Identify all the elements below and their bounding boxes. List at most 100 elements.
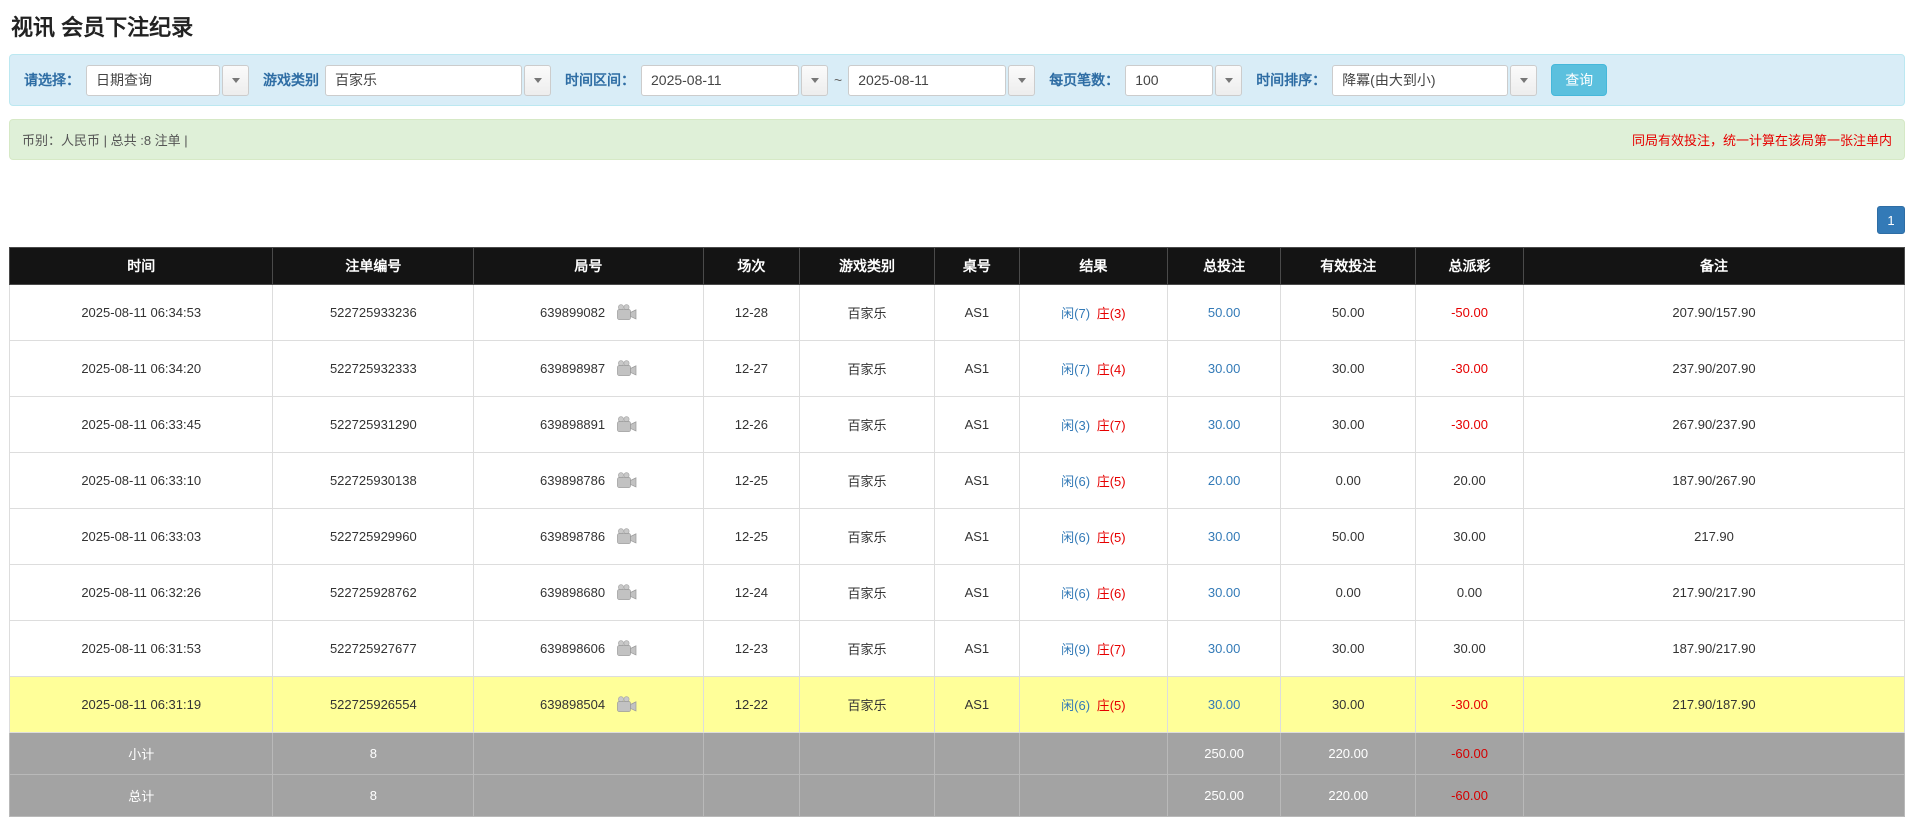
cell-note: 237.90/207.90 — [1524, 341, 1905, 397]
chevron-down-icon — [811, 78, 819, 83]
date-from-dropdown-button[interactable] — [801, 65, 828, 96]
cell-time: 2025-08-11 06:34:20 — [10, 341, 273, 397]
time-range-label: 时间区间： — [565, 70, 635, 90]
cell-valid-bet: 30.00 — [1281, 677, 1416, 733]
date-to-input[interactable] — [848, 65, 1006, 96]
cell-result: 闲(6) 庄(5) — [1019, 509, 1167, 565]
cell-bet-id: 522725929960 — [273, 509, 474, 565]
cell-game-type: 百家乐 — [800, 285, 935, 341]
cell-total-bet[interactable]: 30.00 — [1167, 565, 1281, 621]
total-total-bet: 250.00 — [1167, 775, 1281, 817]
search-button[interactable]: 查询 — [1551, 64, 1607, 96]
cell-payout: 20.00 — [1416, 453, 1524, 509]
time-sort-label: 时间排序： — [1256, 70, 1326, 90]
game-type-input[interactable] — [325, 65, 522, 96]
video-replay-icon[interactable] — [616, 304, 637, 321]
page-size-combo — [1125, 65, 1242, 96]
cell-result: 闲(9) 庄(7) — [1019, 621, 1167, 677]
total-payout: -60.00 — [1416, 775, 1524, 817]
query-type-combo — [86, 65, 249, 96]
cell-total-bet[interactable]: 20.00 — [1167, 453, 1281, 509]
cell-time: 2025-08-11 06:33:03 — [10, 509, 273, 565]
cell-bet-id: 522725926554 — [273, 677, 474, 733]
pagination-page-1-button[interactable]: 1 — [1877, 206, 1905, 234]
query-type-dropdown-button[interactable] — [222, 65, 249, 96]
date-to-dropdown-button[interactable] — [1008, 65, 1035, 96]
table-row: 2025-08-11 06:33:45 522725931290 6398988… — [10, 397, 1905, 453]
video-replay-icon[interactable] — [616, 416, 637, 433]
cell-note: 217.90 — [1524, 509, 1905, 565]
table-row: 2025-08-11 06:32:26 522725928762 6398986… — [10, 565, 1905, 621]
video-replay-icon[interactable] — [616, 360, 637, 377]
cell-table-no: AS1 — [934, 341, 1019, 397]
query-type-input[interactable] — [86, 65, 220, 96]
result-banker: 庄(6) — [1097, 586, 1126, 601]
round-id-text: 639898504 — [540, 697, 605, 712]
query-type-label: 请选择： — [24, 70, 80, 90]
cell-payout: -30.00 — [1416, 341, 1524, 397]
cell-time: 2025-08-11 06:31:53 — [10, 621, 273, 677]
result-banker: 庄(5) — [1097, 698, 1126, 713]
cell-time: 2025-08-11 06:32:26 — [10, 565, 273, 621]
chevron-down-icon — [1520, 78, 1528, 83]
cell-result: 闲(7) 庄(4) — [1019, 341, 1167, 397]
result-banker: 庄(7) — [1097, 418, 1126, 433]
cell-total-bet[interactable]: 30.00 — [1167, 341, 1281, 397]
cell-total-bet[interactable]: 30.00 — [1167, 677, 1281, 733]
cell-round-id: 639898680 — [474, 565, 703, 621]
cell-round-id: 639898786 — [474, 509, 703, 565]
cell-bet-id: 522725928762 — [273, 565, 474, 621]
subtotal-label: 小计 — [10, 733, 273, 775]
date-range-separator: ~ — [834, 72, 842, 88]
video-replay-icon[interactable] — [616, 696, 637, 713]
cell-time: 2025-08-11 06:33:10 — [10, 453, 273, 509]
round-id-text: 639898786 — [540, 529, 605, 544]
cell-valid-bet: 30.00 — [1281, 341, 1416, 397]
page-content: 视讯 会员下注纪录 请选择： 游戏类别 时间区间： ~ 每页笔数： 时间排序： — [0, 10, 1914, 817]
time-sort-combo — [1332, 65, 1537, 96]
cell-total-bet[interactable]: 50.00 — [1167, 285, 1281, 341]
cell-round-id: 639898786 — [474, 453, 703, 509]
cell-table-no: AS1 — [934, 397, 1019, 453]
cell-total-bet[interactable]: 30.00 — [1167, 509, 1281, 565]
column-header-game-type: 游戏类别 — [800, 248, 935, 285]
page-size-input[interactable] — [1125, 65, 1213, 96]
result-player: 闲(7) — [1061, 306, 1090, 321]
column-header-total-bet: 总投注 — [1167, 248, 1281, 285]
time-sort-dropdown-button[interactable] — [1510, 65, 1537, 96]
total-row: 总计 8 250.00 220.00 -60.00 — [10, 775, 1905, 817]
video-replay-icon[interactable] — [616, 640, 637, 657]
cell-round-id: 639899082 — [474, 285, 703, 341]
table-row: 2025-08-11 06:34:53 522725933236 6398990… — [10, 285, 1905, 341]
cell-result: 闲(6) 庄(6) — [1019, 565, 1167, 621]
cell-result: 闲(7) 庄(3) — [1019, 285, 1167, 341]
cell-bet-id: 522725931290 — [273, 397, 474, 453]
cell-round-id: 639898504 — [474, 677, 703, 733]
date-from-input[interactable] — [641, 65, 799, 96]
cell-table-no: AS1 — [934, 509, 1019, 565]
column-header-time: 时间 — [10, 248, 273, 285]
cell-total-bet[interactable]: 30.00 — [1167, 621, 1281, 677]
time-sort-input[interactable] — [1332, 65, 1508, 96]
cell-time: 2025-08-11 06:31:19 — [10, 677, 273, 733]
game-type-dropdown-button[interactable] — [524, 65, 551, 96]
result-player: 闲(6) — [1061, 586, 1090, 601]
cell-result: 闲(6) 庄(5) — [1019, 453, 1167, 509]
cell-session: 12-26 — [703, 397, 800, 453]
cell-total-bet[interactable]: 30.00 — [1167, 397, 1281, 453]
result-player: 闲(3) — [1061, 418, 1090, 433]
table-body: 2025-08-11 06:34:53 522725933236 6398990… — [10, 285, 1905, 733]
cell-result: 闲(6) 庄(5) — [1019, 677, 1167, 733]
result-player: 闲(9) — [1061, 642, 1090, 657]
cell-note: 267.90/237.90 — [1524, 397, 1905, 453]
video-replay-icon[interactable] — [616, 528, 637, 545]
cell-valid-bet: 30.00 — [1281, 621, 1416, 677]
column-header-payout: 总派彩 — [1416, 248, 1524, 285]
page-size-dropdown-button[interactable] — [1215, 65, 1242, 96]
video-replay-icon[interactable] — [616, 584, 637, 601]
video-replay-icon[interactable] — [616, 472, 637, 489]
cell-game-type: 百家乐 — [800, 621, 935, 677]
bet-records-table: 时间 注单编号 局号 场次 游戏类别 桌号 结果 总投注 有效投注 总派彩 备注… — [9, 247, 1905, 817]
column-header-bet-id: 注单编号 — [273, 248, 474, 285]
total-count: 8 — [273, 775, 474, 817]
